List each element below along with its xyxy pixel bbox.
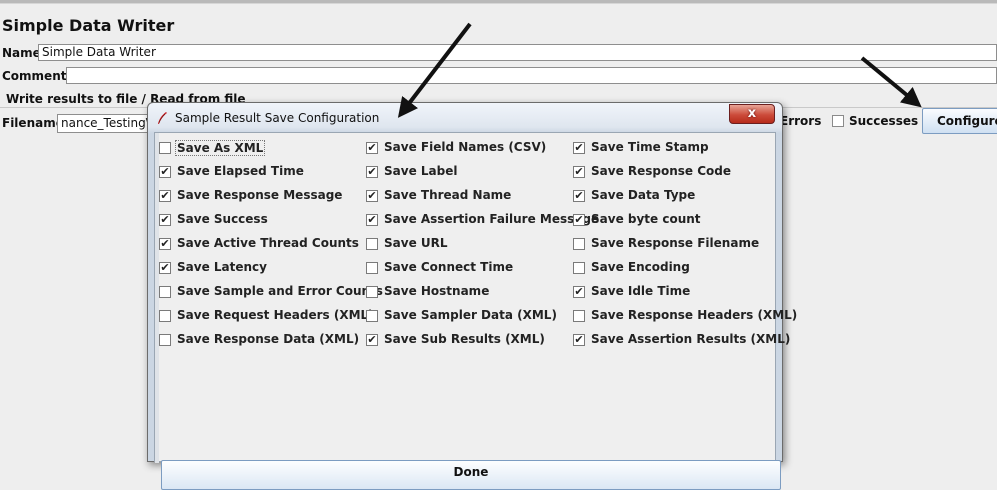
option-label: Save Request Headers (XML) xyxy=(177,308,374,322)
option-label: Save Sample and Error Counts xyxy=(177,284,383,298)
checked-checkbox-icon[interactable]: ✔ xyxy=(159,262,171,274)
option-item[interactable]: ✔ Save Latency xyxy=(159,259,359,277)
checked-checkbox-icon[interactable]: ✔ xyxy=(573,334,585,346)
filename-label: Filename xyxy=(2,116,64,130)
unchecked-checkbox-icon[interactable] xyxy=(366,262,378,274)
option-item[interactable]: ✔ Save Data Type xyxy=(573,187,773,205)
unchecked-checkbox-icon[interactable] xyxy=(159,286,171,298)
dialog-title: Sample Result Save Configuration xyxy=(175,111,380,125)
option-item[interactable]: ✔ Save Idle Time xyxy=(573,283,773,301)
option-label: Save Sampler Data (XML) xyxy=(384,308,557,322)
checked-checkbox-icon[interactable]: ✔ xyxy=(159,190,171,202)
option-item[interactable]: ✔ Save Success xyxy=(159,211,359,229)
option-item[interactable]: ✔ Save Response Code xyxy=(573,163,773,181)
checked-checkbox-icon[interactable]: ✔ xyxy=(573,214,585,226)
option-item[interactable]: ✔ Save Elapsed Time xyxy=(159,163,359,181)
option-label: Save Sub Results (XML) xyxy=(384,332,545,346)
option-label: Save URL xyxy=(384,236,448,250)
checked-checkbox-icon[interactable]: ✔ xyxy=(366,214,378,226)
option-label: Save Response Data (XML) xyxy=(177,332,360,346)
checked-checkbox-icon[interactable]: ✔ xyxy=(366,190,378,202)
checked-checkbox-icon[interactable]: ✔ xyxy=(573,286,585,298)
close-icon: x xyxy=(747,106,757,121)
configure-button[interactable]: Configure xyxy=(922,108,997,134)
dialog-body: Save As XML ✔ Save Elapsed Time ✔ Save Respo… xyxy=(154,132,797,490)
option-item[interactable]: ✔ Save Assertion Results (XML) xyxy=(573,331,790,349)
filename-field[interactable]: nance_Testing\ xyxy=(57,114,152,133)
option-item[interactable]: Save Request Headers (XML) xyxy=(159,307,374,325)
option-item[interactable]: ✔ Save Label xyxy=(366,163,566,181)
option-label: Save Field Names (CSV) xyxy=(384,140,547,154)
option-label: Save Active Thread Counts xyxy=(177,236,359,250)
checked-checkbox-icon[interactable]: ✔ xyxy=(366,334,378,346)
option-item[interactable]: Save Hostname xyxy=(366,283,566,301)
option-label: Save Assertion Results (XML) xyxy=(591,332,791,346)
option-item[interactable]: ✔ Save Thread Name xyxy=(366,187,566,205)
checked-checkbox-icon[interactable]: ✔ xyxy=(159,166,171,178)
option-label: Save Label xyxy=(384,164,458,178)
option-item[interactable]: Save URL xyxy=(366,235,566,253)
option-label: Save Assertion Failure Message xyxy=(384,212,600,226)
option-item[interactable]: ✔ Save Active Thread Counts xyxy=(159,235,359,253)
option-item[interactable]: Save Response Data (XML) xyxy=(159,331,359,349)
option-item[interactable]: Save As XML xyxy=(159,139,359,157)
option-item[interactable]: ✔ Save byte count xyxy=(573,211,773,229)
option-label: Save Response Filename xyxy=(591,236,760,250)
errors-label: Errors xyxy=(780,114,822,128)
option-item[interactable]: ✔ Save Time Stamp xyxy=(573,139,773,157)
option-item[interactable]: ✔ Save Sub Results (XML) xyxy=(366,331,566,349)
option-item[interactable]: Save Response Filename xyxy=(573,235,773,253)
option-label: Save Elapsed Time xyxy=(177,164,304,178)
checked-checkbox-icon[interactable]: ✔ xyxy=(573,166,585,178)
unchecked-checkbox-icon[interactable] xyxy=(366,238,378,250)
unchecked-checkbox-icon[interactable] xyxy=(159,310,171,322)
checked-checkbox-icon[interactable]: ✔ xyxy=(573,190,585,202)
option-label: Save Success xyxy=(177,212,268,226)
option-label: Save Latency xyxy=(177,260,267,274)
unchecked-checkbox-icon[interactable] xyxy=(573,238,585,250)
option-item[interactable]: Save Response Headers (XML) xyxy=(573,307,797,325)
checked-checkbox-icon[interactable]: ✔ xyxy=(366,166,378,178)
option-label: Save Idle Time xyxy=(591,284,691,298)
option-item[interactable]: ✔ Save Response Message xyxy=(159,187,359,205)
java-feather-icon xyxy=(158,112,167,124)
unchecked-checkbox-icon[interactable] xyxy=(366,286,378,298)
unchecked-checkbox-icon[interactable] xyxy=(573,310,585,322)
option-label: Save As XML xyxy=(175,140,266,156)
checked-checkbox-icon[interactable]: ✔ xyxy=(159,238,171,250)
checked-checkbox-icon[interactable]: ✔ xyxy=(366,142,378,154)
option-item[interactable]: Save Encoding xyxy=(573,259,773,277)
option-label: Save Connect Time xyxy=(384,260,514,274)
unchecked-checkbox-icon[interactable] xyxy=(366,310,378,322)
option-label: Save Response Message xyxy=(177,188,343,202)
option-label: Save Response Code xyxy=(591,164,732,178)
option-label: Save Encoding xyxy=(591,260,690,274)
checked-checkbox-icon[interactable]: ✔ xyxy=(573,142,585,154)
option-item[interactable]: Save Sampler Data (XML) xyxy=(366,307,566,325)
option-label: Save Thread Name xyxy=(384,188,512,202)
done-button[interactable]: Done xyxy=(161,460,781,490)
top-border xyxy=(0,0,997,4)
checked-checkbox-icon[interactable]: ✔ xyxy=(159,214,171,226)
successes-checkbox[interactable] xyxy=(832,115,844,127)
save-config-dialog: Sample Result Save Configuration x Save … xyxy=(147,102,797,490)
option-item[interactable]: ✔ Save Field Names (CSV) xyxy=(366,139,566,157)
successes-label: Successes xyxy=(849,114,919,128)
option-label: Save Data Type xyxy=(591,188,696,202)
option-item[interactable]: ✔ Save Assertion Failure Message xyxy=(366,211,599,229)
option-label: Save byte count xyxy=(591,212,701,226)
page-title: Simple Data Writer xyxy=(2,16,175,35)
unchecked-checkbox-icon[interactable] xyxy=(159,142,171,154)
close-button[interactable]: x xyxy=(729,104,775,124)
option-label: Save Time Stamp xyxy=(591,140,709,154)
unchecked-checkbox-icon[interactable] xyxy=(573,262,585,274)
option-item[interactable]: Save Connect Time xyxy=(366,259,566,277)
option-item[interactable]: Save Sample and Error Counts xyxy=(159,283,383,301)
name-field[interactable]: Simple Data Writer xyxy=(38,44,997,61)
option-label: Save Response Headers (XML) xyxy=(591,308,798,322)
option-label: Save Hostname xyxy=(384,284,490,298)
comments-field[interactable] xyxy=(66,67,997,84)
unchecked-checkbox-icon[interactable] xyxy=(159,334,171,346)
